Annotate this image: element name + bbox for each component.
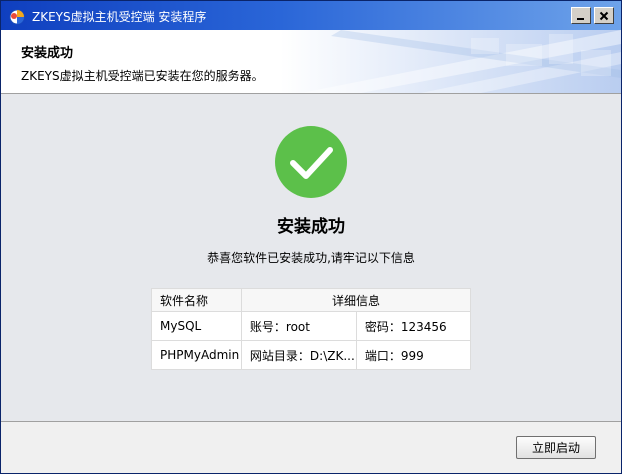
- header-banner: 安装成功 ZKEYS虚拟主机受控端已安装在您的服务器。: [1, 30, 621, 94]
- detail-cell: 端口：999: [355, 340, 472, 370]
- close-button[interactable]: [594, 7, 614, 24]
- header-title: 安装成功: [21, 46, 74, 61]
- footer: 立即启动: [1, 422, 621, 473]
- detail-cell: 密码：123456: [355, 311, 472, 341]
- success-check-icon: [275, 126, 347, 198]
- table-row: MySQL 账号：root 密码：123456: [151, 311, 472, 341]
- column-header-details: 详细信息: [240, 288, 472, 312]
- table-header-row: 软件名称 详细信息: [151, 288, 472, 312]
- success-description: 恭喜您软件已安装成功,请牢记以下信息: [207, 251, 415, 265]
- table-row: PHPMyAdmin 网站目录：D:\ZK... 端口：999: [151, 340, 472, 370]
- detail-cell: 账号：root: [240, 311, 357, 341]
- window-title: ZKEYS虚拟主机受控端 安装程序: [32, 10, 207, 24]
- success-title: 安装成功: [277, 217, 345, 237]
- info-table: 软件名称 详细信息 MySQL 账号：root 密码：123456 PHPMyA…: [151, 288, 472, 370]
- header-description: ZKEYS虚拟主机受控端已安装在您的服务器。: [21, 69, 264, 83]
- column-header-software-name: 软件名称: [151, 288, 242, 312]
- title-bar[interactable]: ZKEYS虚拟主机受控端 安装程序: [1, 1, 621, 30]
- close-icon: [599, 11, 609, 20]
- main-content: 安装成功 恭喜您软件已安装成功,请牢记以下信息 软件名称 详细信息 MySQL …: [1, 94, 621, 421]
- installer-window: ZKEYS虚拟主机受控端 安装程序 安装成功 ZKEYS虚拟主机受控端已安装在您…: [0, 0, 622, 474]
- detail-cell: 网站目录：D:\ZK...: [240, 340, 357, 370]
- start-now-button[interactable]: 立即启动: [516, 436, 596, 459]
- minimize-button[interactable]: [571, 7, 591, 24]
- software-name-cell: PHPMyAdmin: [151, 340, 242, 370]
- software-name-cell: MySQL: [151, 311, 242, 341]
- installer-app-icon: [9, 9, 25, 25]
- minimize-icon: [577, 17, 584, 20]
